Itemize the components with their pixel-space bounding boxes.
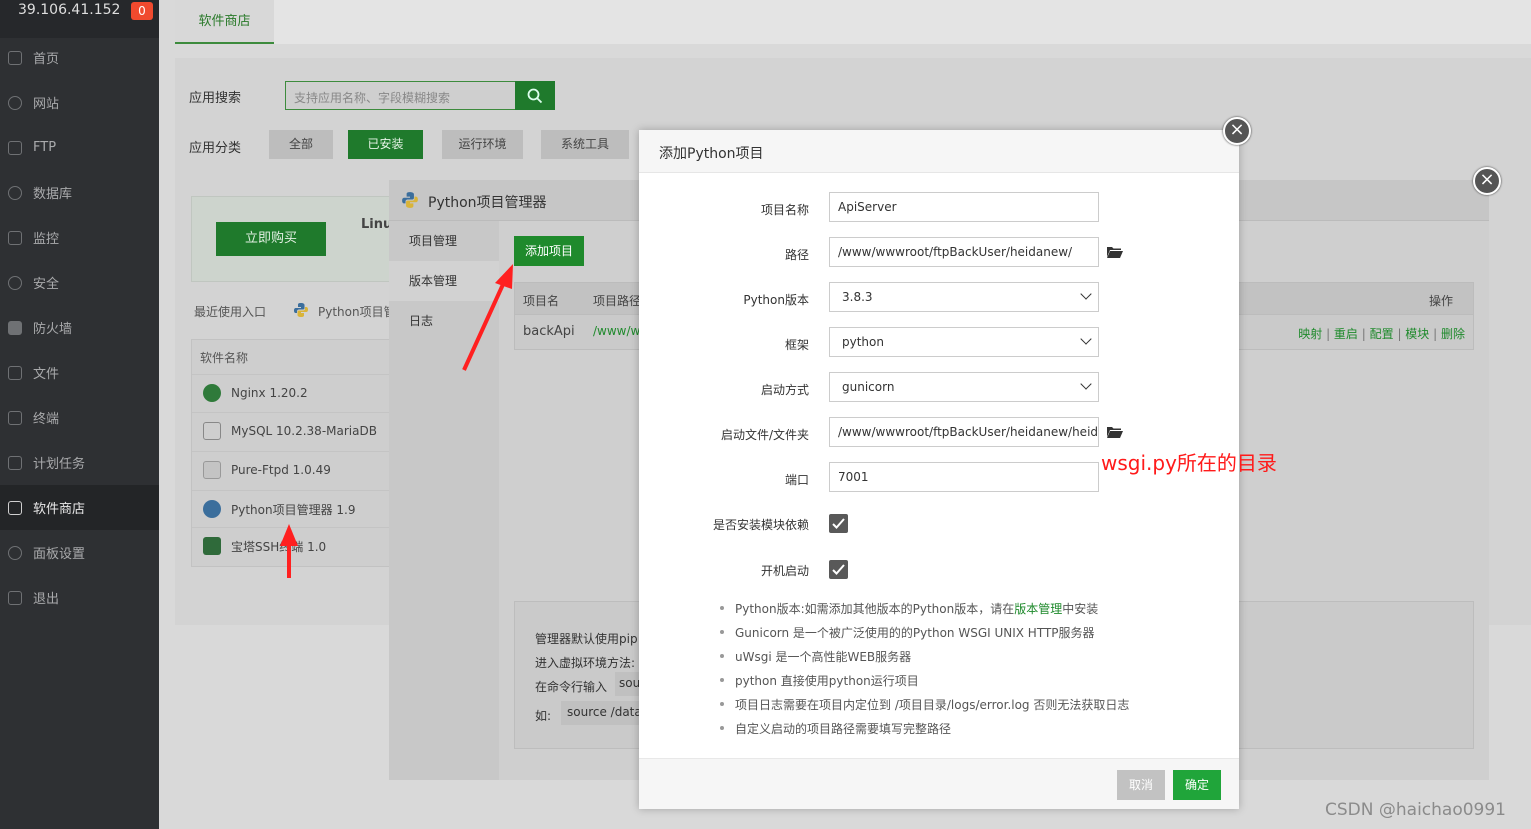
arrow-to-add-project (462, 264, 513, 371)
annotation-arrows (280, 264, 513, 578)
arrow-to-python-manager (280, 524, 298, 578)
watermark: CSDN @haichao0991 (1325, 800, 1506, 820)
annotation-text: wsgi.py所在的目录 (1101, 451, 1277, 475)
